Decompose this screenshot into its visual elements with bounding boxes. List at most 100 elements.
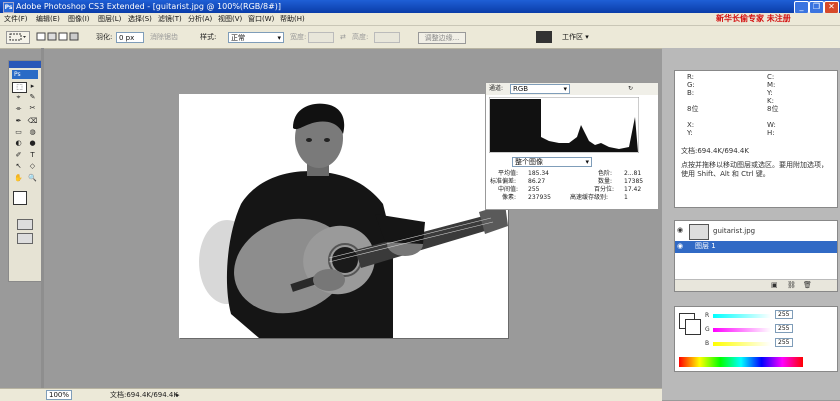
burn-tool-icon[interactable]: ● (26, 139, 39, 148)
info-doc-size: 文档:694.4K/694.4K (681, 147, 749, 155)
menu-file[interactable]: 文件(F) (4, 14, 28, 24)
color-panel: R 255 G 255 B 255 (674, 306, 838, 372)
info-bitdepth-left: 8位 (687, 105, 699, 113)
menu-view[interactable]: 视图(V) (218, 14, 242, 24)
workspace-menu[interactable]: 工作区 ▾ (562, 31, 589, 43)
ps-logo: Ps (12, 70, 38, 79)
width-label: 宽度: (290, 33, 307, 41)
stat-median-value: 255 (528, 186, 540, 193)
info-y2-label: Y: (687, 129, 693, 137)
width-input[interactable] (308, 32, 334, 43)
color-spectrum-bar[interactable] (679, 357, 803, 367)
menu-edit[interactable]: 编辑(E) (36, 14, 60, 24)
screen-mode-icon[interactable] (17, 233, 33, 244)
stat-level-value: 2...81 (624, 170, 642, 177)
marquee-preset-icon[interactable] (6, 31, 30, 44)
crop-tool-icon[interactable]: ⌯ (12, 104, 25, 113)
slider-g-value[interactable]: 255 (775, 324, 793, 333)
slider-b-track[interactable] (713, 342, 771, 346)
options-bar: 羽化: 0 px 消除锯齿 样式: 正常 ▾ 宽度: ⇄ 高度: 调整边缘...… (0, 26, 840, 49)
refresh-icon[interactable]: ↻ (628, 85, 633, 93)
new-layer-icon[interactable]: ▣ (771, 281, 778, 290)
selection-mode-icons[interactable] (36, 31, 80, 42)
layers-panel: ◉ guitarist.jpg ◉ 图层 1 ▣ ⛓ 🗑 (674, 220, 838, 292)
title-bar: Ps Adobe Photoshop CS3 Extended - [guita… (0, 0, 840, 14)
info-b-label: B: (687, 89, 695, 97)
style-select[interactable]: 正常 ▾ (228, 32, 284, 43)
path-select-icon[interactable]: ↖ (12, 162, 25, 171)
workspace-divider (41, 48, 44, 388)
menu-select[interactable]: 选择(S) (128, 14, 152, 24)
slice-tool-icon[interactable]: ✂ (26, 104, 39, 113)
app-icon: Ps (3, 2, 14, 13)
stat-pixels-value: 237935 (528, 194, 551, 201)
menu-filter[interactable]: 滤镜(T) (158, 14, 182, 24)
chevron-down-icon: ▾ (585, 158, 589, 166)
stat-level-label: 色阶: (598, 170, 613, 177)
menu-window[interactable]: 窗口(W) (248, 14, 274, 24)
stat-cache-value: 1 (624, 194, 628, 201)
window-title: Adobe Photoshop CS3 Extended - [guitaris… (16, 2, 282, 11)
layer-row[interactable]: ◉ guitarist.jpg (675, 223, 837, 240)
toolbox-header[interactable] (9, 61, 41, 68)
channel-select[interactable]: RGB ▾ (510, 84, 570, 94)
color-bg-swatch[interactable] (685, 319, 701, 335)
layer-thumbnail (689, 224, 709, 240)
eye-icon[interactable]: ◉ (677, 226, 683, 235)
status-doc-info: 文档:694.4K/694.4K (110, 391, 178, 399)
histogram-panel: 通道: RGB ▾ ↻ 整个图像 ▾ 平均值: 185.34 标准偏差: 86.… (485, 82, 659, 210)
magic-wand-icon[interactable]: ✎ (26, 93, 39, 102)
brush-tool-icon[interactable]: ✒ (12, 117, 25, 126)
gradient-tool-icon[interactable]: ◐ (12, 139, 25, 148)
eraser-tool-icon[interactable]: ⌫ (26, 117, 39, 126)
channel-label: 通道: (489, 85, 504, 92)
stat-mean-label: 平均值: (498, 170, 519, 177)
pen-tool-icon[interactable]: ✐ (12, 151, 25, 160)
stat-percentile-label: 百分位: (594, 186, 615, 193)
zoom-tool-icon[interactable]: 🔍 (26, 174, 39, 183)
lasso-tool-icon[interactable]: ⌖ (12, 93, 25, 102)
source-select[interactable]: 整个图像 ▾ (512, 157, 592, 167)
layer-name: 图层 1 (695, 242, 716, 250)
stat-median-label: 中间值: (498, 186, 519, 193)
slider-r-value[interactable]: 255 (775, 310, 793, 319)
channel-value: RGB (513, 85, 529, 93)
swap-icon[interactable]: ⇄ (340, 31, 346, 43)
eye-icon[interactable]: ◉ (677, 242, 683, 251)
hand-tool-icon[interactable]: ✋ (12, 174, 25, 183)
info-h-label: H: (767, 129, 775, 137)
guitarist-photo (199, 103, 508, 338)
link-icon[interactable]: ⛓ (787, 281, 796, 290)
marquee-tool-icon[interactable]: ⬚ (12, 82, 27, 93)
style-label: 样式: (200, 33, 217, 41)
status-menu-arrow-icon[interactable]: ▸ (176, 389, 180, 401)
stamp-tool-icon[interactable]: ▭ (12, 128, 25, 137)
slider-b-value[interactable]: 255 (775, 338, 793, 347)
style-value: 正常 (231, 34, 245, 42)
document-canvas[interactable] (179, 94, 508, 338)
status-bar: 100% 文档:694.4K/694.4K ▸ (0, 388, 662, 401)
slider-b-label: B (705, 340, 710, 347)
menu-help[interactable]: 帮助(H) (280, 14, 305, 24)
slider-r-track[interactable] (713, 314, 771, 318)
history-brush-icon[interactable]: ◍ (26, 128, 39, 137)
palette-well-icon[interactable] (536, 31, 552, 43)
zoom-field[interactable]: 100% (46, 390, 72, 400)
layer-row[interactable]: ◉ 图层 1 (675, 241, 837, 253)
foreground-color-swatch[interactable] (13, 191, 27, 205)
trash-icon[interactable]: 🗑 (803, 281, 812, 290)
type-tool-icon[interactable]: T (26, 151, 39, 160)
refine-edge-button[interactable]: 调整边缘... (418, 32, 466, 44)
quick-mask-icon[interactable] (17, 219, 33, 230)
height-input[interactable] (374, 32, 400, 43)
move-tool-icon[interactable]: ▸ (26, 82, 39, 91)
menu-bar: 文件(F) 编辑(E) 图像(I) 图层(L) 选择(S) 滤镜(T) 分析(A… (0, 13, 840, 26)
shape-tool-icon[interactable]: ◇ (26, 162, 39, 171)
antialias-checkbox[interactable]: 消除锯齿 (150, 31, 178, 43)
slider-g-track[interactable] (713, 328, 771, 332)
menu-image[interactable]: 图像(I) (68, 14, 90, 24)
menu-layer[interactable]: 图层(L) (98, 14, 121, 24)
menu-analysis[interactable]: 分析(A) (188, 14, 212, 24)
feather-input[interactable]: 0 px (116, 32, 144, 43)
chevron-down-icon: ▾ (563, 85, 567, 93)
